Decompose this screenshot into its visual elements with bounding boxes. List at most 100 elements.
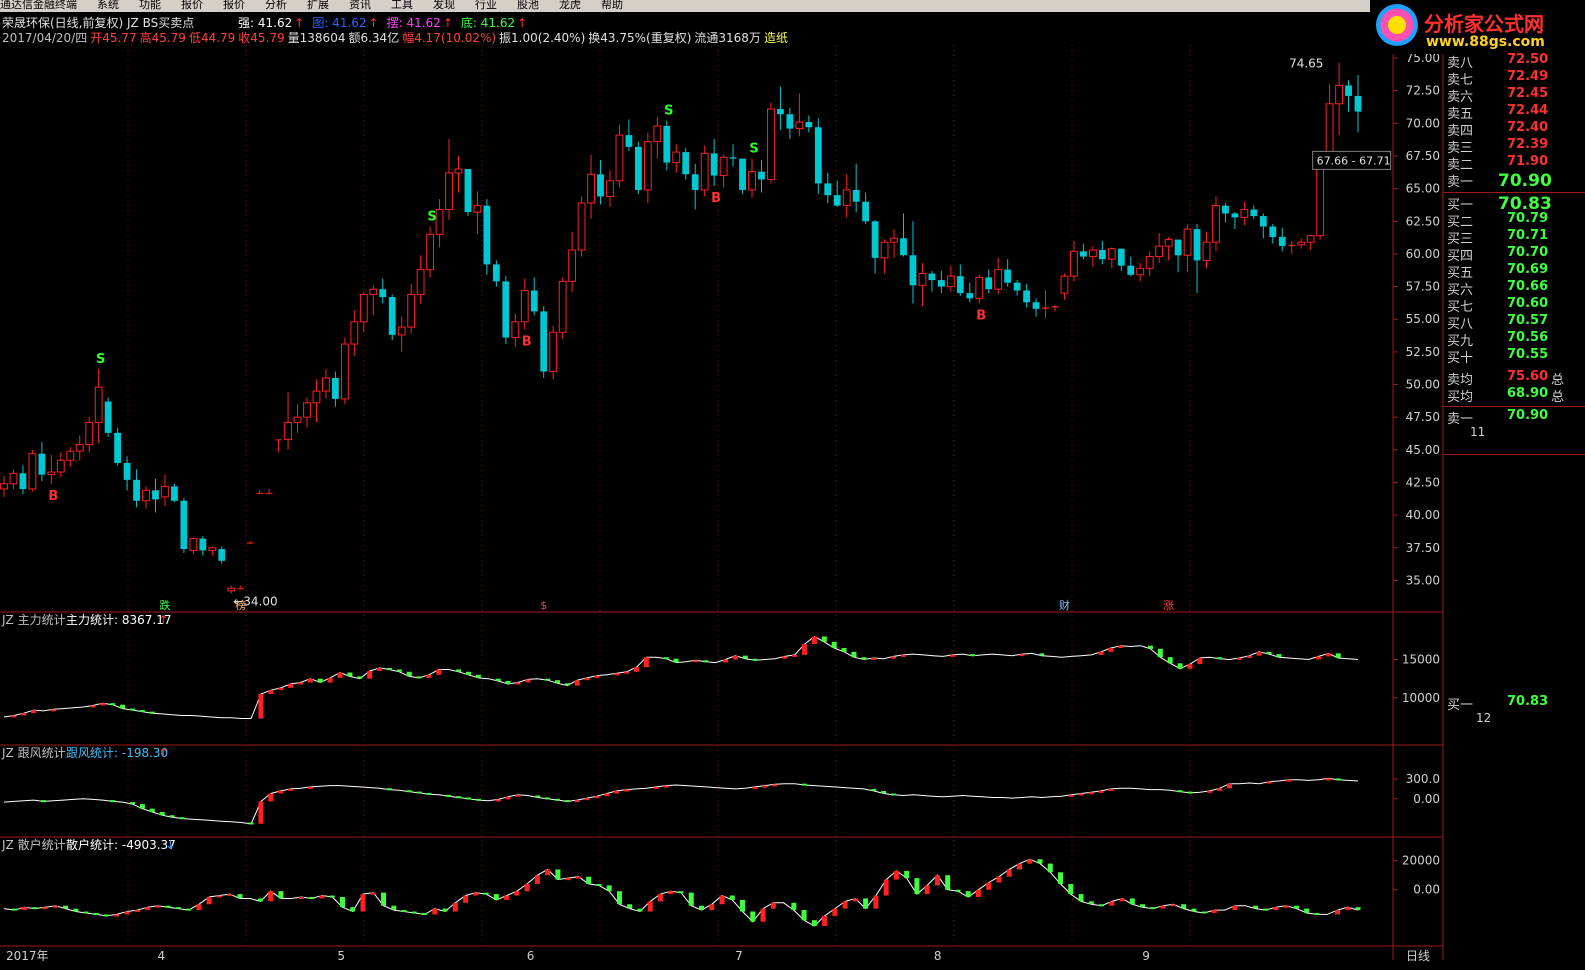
panel-name: JZ 散户统计 [1,837,66,852]
delta-bar [534,875,540,884]
candle [634,146,642,190]
delta-bar [965,891,971,897]
delta-bar [504,895,510,900]
delta-bar [83,911,89,914]
delta-bar [309,897,315,899]
sell1-row[interactable]: 卖一 70.90 [1443,408,1585,427]
delta-bar [934,875,940,886]
price-chart[interactable]: 35.0037.5040.0042.5045.0047.5050.0052.50… [0,0,1585,970]
candle [871,221,879,258]
bid-row[interactable]: 买三 70.71 [1443,228,1585,247]
candle [180,500,188,550]
delta-bar [545,678,551,681]
bid-row[interactable]: 买九 70.56 [1443,330,1585,349]
candle [710,153,718,176]
panel-tick-label: 20000 [1402,854,1440,868]
candle [1345,85,1352,96]
candle [199,538,207,551]
ask-row[interactable]: 卖一 70.90 [1443,171,1585,191]
candle [0,483,8,490]
event-marker: 跌 [159,598,170,612]
delta-bar [904,870,910,879]
delta-bar [377,667,383,671]
delta-bar [278,687,284,691]
bid-row[interactable]: 买十 70.55 [1443,347,1585,366]
candle [842,189,851,207]
delta-bar [186,908,192,911]
bid-row[interactable]: 买二 70.79 [1443,211,1585,230]
candle [615,134,624,182]
delta-bar [624,789,630,792]
bid-row[interactable]: 买六 70.66 [1443,279,1585,298]
delta-bar [329,895,335,898]
delta-bar [842,901,848,909]
delta-bar [657,894,663,902]
delta-bar [545,797,551,800]
ob-price: 70.66 [1507,279,1549,294]
delta-bar [1098,790,1104,793]
candle [833,195,841,206]
panel-tick-label: 0.00 [1413,792,1440,806]
ask-row[interactable]: 卖五 72.44 [1443,103,1585,122]
delta-bar [693,660,699,663]
candle [161,485,169,498]
candle [1288,244,1296,247]
bid-row[interactable]: 买八 70.57 [1443,313,1585,332]
bid-row[interactable]: 买一 70.83 [1443,194,1585,214]
delta-bar [317,678,323,683]
candle [1136,267,1145,276]
delta-bar [586,876,592,884]
delta-bar [762,785,768,788]
delta-bar [535,795,541,798]
candle [549,331,558,372]
candle [1155,245,1164,258]
ask-row[interactable]: 卖二 71.90 [1443,154,1585,173]
ask-row[interactable]: 卖八 72.50 [1443,52,1585,71]
buy1-row[interactable]: 买一 70.83 [1443,694,1585,713]
bid-row[interactable]: 买四 70.70 [1443,245,1585,264]
candle [171,486,178,501]
delta-bar [1304,908,1310,913]
ob-label: 买均 [1447,390,1474,405]
delta-bar [340,897,345,908]
candle [880,241,889,259]
delta-bar [699,905,705,911]
delta-bar [139,804,145,809]
candle [691,174,699,190]
avg-bid-row[interactable]: 买均 68.90 总 [1443,386,1585,405]
delta-bar [90,705,96,708]
candle [918,273,927,286]
delta-bar [1266,781,1272,784]
delta-bar [495,799,501,802]
delta-bar [594,796,600,799]
delta-bar [1187,791,1193,794]
candle [862,201,870,222]
event-marker: 涨 [1163,599,1174,612]
delta-bar [50,709,56,712]
delta-bar [1283,905,1289,908]
signal-sell: S [427,210,436,225]
delta-bar [149,711,155,714]
delta-bar [653,786,659,789]
bid-row[interactable]: 买五 70.69 [1443,262,1585,281]
candle [946,275,955,288]
delta-bar [782,656,788,659]
ask-row[interactable]: 卖七 72.49 [1443,69,1585,88]
delta-bar [1211,910,1217,913]
avg-ask-row[interactable]: 卖均 75.60 总 [1443,369,1585,388]
delta-bar [32,907,38,910]
ask-row[interactable]: 卖三 72.39 [1443,137,1585,156]
delta-bar [319,895,325,899]
bid-row[interactable]: 买七 70.60 [1443,296,1585,315]
delta-bar [463,895,469,903]
candle [237,588,245,590]
delta-bar [811,920,817,927]
candle [758,171,765,180]
delta-bar [483,892,489,895]
delta-bar [627,904,633,909]
ask-row[interactable]: 卖六 72.45 [1443,86,1585,105]
delta-bar [1058,872,1064,884]
candle [530,290,538,312]
ask-row[interactable]: 卖四 72.40 [1443,120,1585,139]
buy1-volume: 12 [1476,711,1492,725]
